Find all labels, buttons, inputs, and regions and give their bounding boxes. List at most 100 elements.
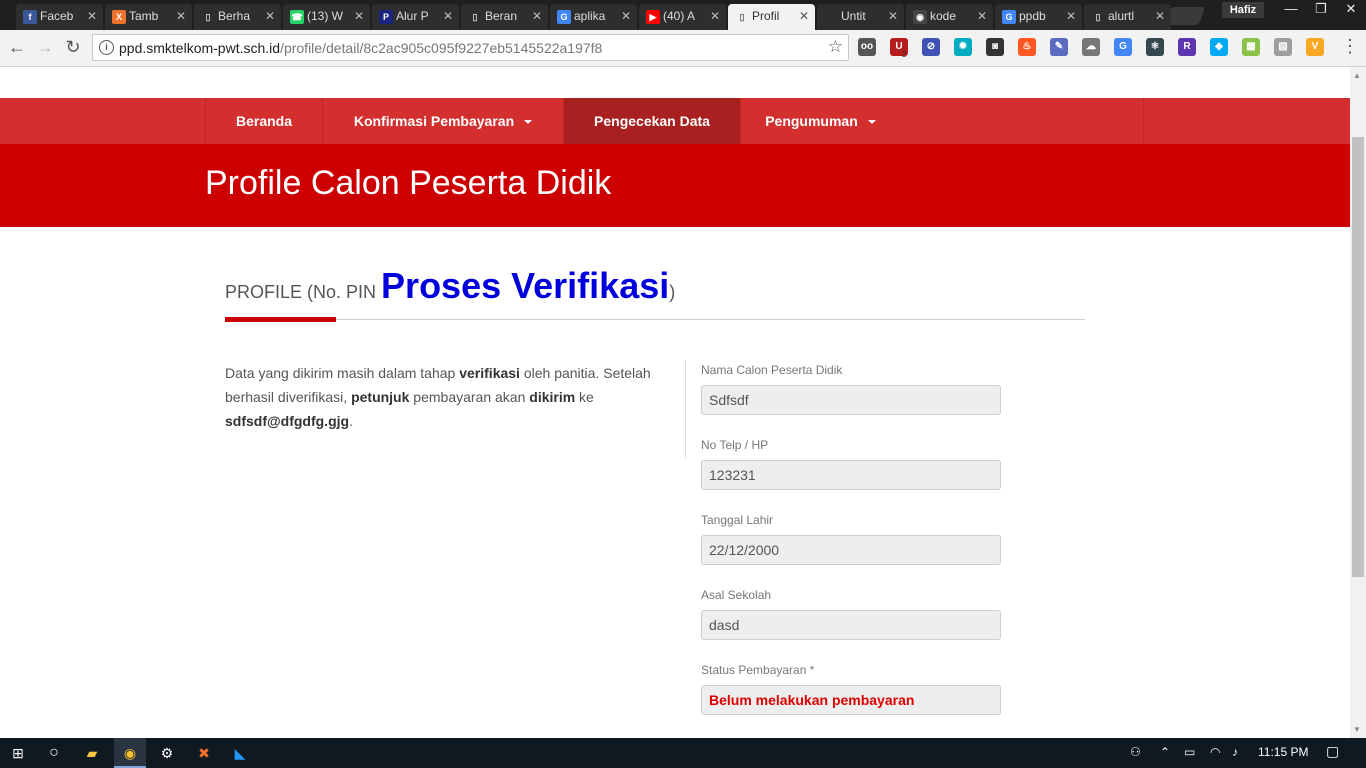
- gear-ext-icon[interactable]: ✹: [954, 38, 972, 56]
- tab-close-icon[interactable]: ✕: [265, 9, 275, 23]
- tanggal-lahir-field[interactable]: 22/12/2000: [701, 535, 1001, 565]
- browser-tab[interactable]: ▯ Berha ✕: [194, 4, 281, 30]
- tab-label: aplika: [574, 9, 606, 23]
- block-icon[interactable]: ⊘: [922, 38, 940, 56]
- people-icon[interactable]: ⚇: [1130, 745, 1141, 759]
- page-scrollbar[interactable]: ▲ ▼: [1350, 67, 1366, 738]
- telp-label: No Telp / HP: [701, 438, 769, 452]
- nav-item-pengecekan-data[interactable]: Pengecekan Data: [563, 98, 740, 144]
- browser-tab[interactable]: Untit ✕: [817, 4, 904, 30]
- browser-tab[interactable]: X Tamb ✕: [105, 4, 192, 30]
- browser-toolbar: ← → ↻ i ppd.smktelkom-pwt.sch.id/profile…: [0, 30, 1366, 67]
- settings-icon[interactable]: ⚙: [157, 743, 177, 763]
- nav-divider: [1143, 98, 1144, 144]
- profile-chip[interactable]: Hafiz: [1222, 2, 1264, 18]
- status-pembayaran-field[interactable]: Belum melakukan pembayaran: [701, 685, 1001, 715]
- caret-down-icon: [524, 120, 533, 125]
- verification-message: Data yang dikirim masih dalam tahap veri…: [225, 361, 665, 433]
- tanggal-lahir-label: Tanggal Lahir: [701, 513, 774, 527]
- nav-item-pengumuman[interactable]: Pengumuman: [740, 98, 900, 144]
- tab-close-icon[interactable]: ✕: [799, 9, 809, 23]
- browser-tab[interactable]: ▯ alurtl ✕: [1084, 4, 1171, 30]
- msg-text: ke: [575, 389, 594, 405]
- close-window-icon[interactable]: ✕: [1336, 0, 1366, 18]
- tab-close-icon[interactable]: ✕: [532, 9, 542, 23]
- volume-icon[interactable]: ♪: [1232, 745, 1238, 759]
- google-icon: G: [1002, 10, 1016, 24]
- address-bar[interactable]: i ppd.smktelkom-pwt.sch.id/profile/detai…: [92, 34, 849, 61]
- tab-close-icon[interactable]: ✕: [710, 9, 720, 23]
- colorzilla-icon[interactable]: ▦: [1242, 38, 1260, 56]
- eyedropper-icon[interactable]: ✎: [1050, 38, 1068, 56]
- site-info-icon[interactable]: i: [99, 40, 114, 55]
- screenshot-icon[interactable]: ▧: [1274, 38, 1292, 56]
- url-text[interactable]: ppd.smktelkom-pwt.sch.id/profile/detail/…: [119, 40, 602, 56]
- forward-icon[interactable]: →: [34, 36, 56, 58]
- reload-icon[interactable]: ↻: [62, 36, 84, 58]
- page-icon: ▯: [739, 12, 745, 22]
- nav-item-konfirmasi-pembayaran[interactable]: Konfirmasi Pembayaran: [322, 98, 563, 144]
- clock[interactable]: 11:15 PM: [1258, 745, 1308, 759]
- scroll-up-icon[interactable]: ▲: [1353, 71, 1361, 80]
- redux-icon[interactable]: R: [1178, 38, 1196, 56]
- tab-label: Beran: [485, 9, 518, 23]
- react-icon[interactable]: ⚛: [1146, 38, 1164, 56]
- windows-taskbar: ⊞ ○ ▰ ◉ ⚙ ✖ ◣ ⚇ ⌃ ▭ ◠ ♪ 11:15 PM ▢: [0, 738, 1366, 768]
- tab-close-icon[interactable]: ✕: [87, 9, 97, 23]
- notifications-icon[interactable]: ▢: [1326, 743, 1339, 760]
- tab-close-icon[interactable]: ✕: [1066, 9, 1076, 23]
- drop-icon[interactable]: ◆: [1210, 38, 1228, 56]
- restore-icon[interactable]: ❐: [1306, 0, 1336, 18]
- browser-tab[interactable]: ▶ (40) A ✕: [639, 4, 726, 30]
- heading-accent-bar: [225, 317, 336, 322]
- translate-icon[interactable]: G: [1114, 38, 1132, 56]
- tab-close-icon[interactable]: ✕: [176, 9, 186, 23]
- tab-close-icon[interactable]: ✕: [354, 9, 364, 23]
- tab-close-icon[interactable]: ✕: [443, 9, 453, 23]
- file-explorer-icon[interactable]: ▰: [82, 743, 102, 763]
- minimize-icon[interactable]: —: [1276, 0, 1306, 18]
- extension-badge: 2: [902, 50, 907, 59]
- nav-item-beranda[interactable]: Beranda: [205, 98, 322, 144]
- nav-label: Pengecekan Data: [594, 113, 710, 129]
- main-navbar: Beranda Konfirmasi Pembayaran Pengecekan…: [0, 98, 1350, 144]
- cortana-icon[interactable]: ○: [44, 743, 64, 763]
- tab-label: Alur P: [396, 9, 429, 23]
- telp-field[interactable]: 123231: [701, 460, 1001, 490]
- tab-close-icon[interactable]: ✕: [1155, 9, 1165, 23]
- browser-tab[interactable]: ☎ (13) W ✕: [283, 4, 370, 30]
- tab-close-icon[interactable]: ✕: [888, 9, 898, 23]
- chrome-icon[interactable]: ◉: [120, 743, 140, 763]
- tab-label: Tamb: [129, 9, 159, 23]
- browser-tab[interactable]: ▯ Beran ✕: [461, 4, 548, 30]
- back-icon[interactable]: ←: [6, 36, 28, 58]
- browser-tab[interactable]: f Faceb ✕: [16, 4, 103, 30]
- tab-close-icon[interactable]: ✕: [621, 9, 631, 23]
- cloud-icon[interactable]: ☁: [1082, 38, 1100, 56]
- scroll-down-icon[interactable]: ▼: [1353, 725, 1361, 734]
- fire-icon[interactable]: ♨: [1018, 38, 1036, 56]
- browser-tab[interactable]: Gaplika ✕: [550, 4, 637, 30]
- xampp-taskbar-icon[interactable]: ✖: [194, 743, 214, 763]
- browser-tab[interactable]: Gppdb ✕: [995, 4, 1082, 30]
- browser-tab[interactable]: ◉ kode ✕: [906, 4, 993, 30]
- browser-tab[interactable]: ▯ Profil ✕: [728, 4, 815, 30]
- nama-field[interactable]: Sdfsdf: [701, 385, 1001, 415]
- scrollbar-thumb[interactable]: [1352, 137, 1364, 577]
- vscode-icon[interactable]: ◣: [230, 743, 250, 763]
- ninja-icon[interactable]: ◙: [986, 38, 1004, 56]
- windows-start-icon[interactable]: ⊞: [8, 743, 28, 763]
- browser-menu-icon[interactable]: ⋮: [1341, 36, 1359, 57]
- browser-tab[interactable]: P Alur P ✕: [372, 4, 459, 30]
- tray-chevron-icon[interactable]: ⌃: [1160, 745, 1170, 759]
- bookmark-star-icon[interactable]: ☆: [828, 37, 843, 57]
- gitpod-icon[interactable]: oo: [858, 38, 876, 56]
- battery-icon[interactable]: ▭: [1184, 745, 1195, 759]
- wifi-icon[interactable]: ◠: [1210, 745, 1220, 759]
- heading-divider: [225, 319, 1085, 320]
- asal-sekolah-field[interactable]: dasd: [701, 610, 1001, 640]
- vue-icon[interactable]: V: [1306, 38, 1324, 56]
- status-pembayaran-label: Status Pembayaran *: [701, 663, 815, 677]
- caret-down-icon: [867, 120, 876, 125]
- tab-close-icon[interactable]: ✕: [977, 9, 987, 23]
